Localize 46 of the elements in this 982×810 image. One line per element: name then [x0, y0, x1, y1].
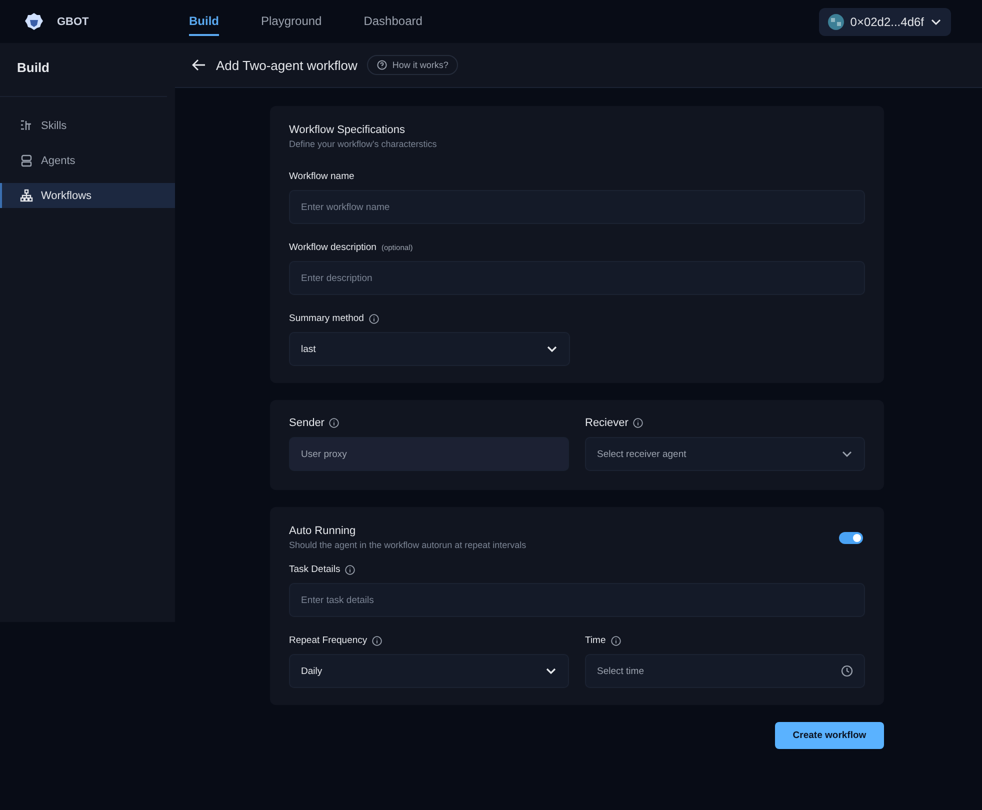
receiver-select[interactable]: Select receiver agent [585, 437, 865, 471]
field-label: Sender [289, 417, 324, 429]
card-subtitle: Should the agent in the workflow autorun at repeat intervals [289, 540, 526, 550]
brand-name: GBOT [57, 16, 89, 28]
field-label: Repeat Frequency [289, 635, 368, 646]
time-field[interactable]: Select time [585, 654, 865, 688]
sidebar-title: Build [0, 43, 167, 97]
sender-field: User proxy [289, 437, 569, 471]
field-label: Task Details [289, 564, 340, 575]
card-subtitle: Define your workflow's characterstics [289, 139, 438, 149]
info-icon [345, 564, 356, 574]
create-workflow-button[interactable]: Create workflow [775, 722, 884, 749]
info-icon [372, 636, 382, 646]
field-label: Workflow name [289, 171, 356, 182]
nav-tab[interactable]: Playground [261, 8, 322, 36]
hierarchy-icon [20, 189, 33, 202]
page-title: Add Two-agent workflow [216, 58, 358, 72]
toggle-switch[interactable] [839, 532, 863, 544]
info-icon [368, 314, 379, 324]
back-arrow-icon[interactable] [192, 59, 206, 71]
field-label: Reciever [585, 417, 628, 429]
account-button[interactable]: 0×02d2...4d6f [819, 8, 951, 36]
summary-method-select[interactable]: last [289, 332, 570, 366]
skills-icon [20, 119, 33, 132]
info-icon [610, 636, 621, 646]
info-icon [633, 418, 644, 428]
clock-icon [841, 665, 853, 677]
info-icon [329, 418, 340, 428]
field-label: Workflow description [289, 242, 376, 253]
sidebar-item[interactable]: Skills [0, 113, 175, 138]
nav-tab[interactable]: Build [189, 8, 219, 36]
robot-icon [20, 154, 33, 167]
field-label: Summary method [289, 313, 364, 324]
description-field[interactable]: Enter description [289, 261, 865, 295]
nav-tab[interactable]: Dashboard [364, 8, 422, 36]
task-details-field[interactable]: Enter task details [289, 583, 865, 617]
workflow-name-field[interactable]: Enter workflow name [289, 190, 865, 224]
card-title: Auto Running [289, 525, 357, 537]
sidebar-item[interactable]: Agents [0, 148, 175, 173]
field-label: Time [585, 635, 606, 646]
help-icon [377, 60, 388, 70]
avatar-icon [828, 14, 844, 30]
how-it-works-button[interactable]: How it works? [367, 55, 458, 75]
repeat-frequency-select[interactable]: Daily [289, 654, 569, 688]
card-title: Workflow Specifications [289, 124, 406, 136]
sidebar-item[interactable]: Workflows [0, 183, 175, 208]
